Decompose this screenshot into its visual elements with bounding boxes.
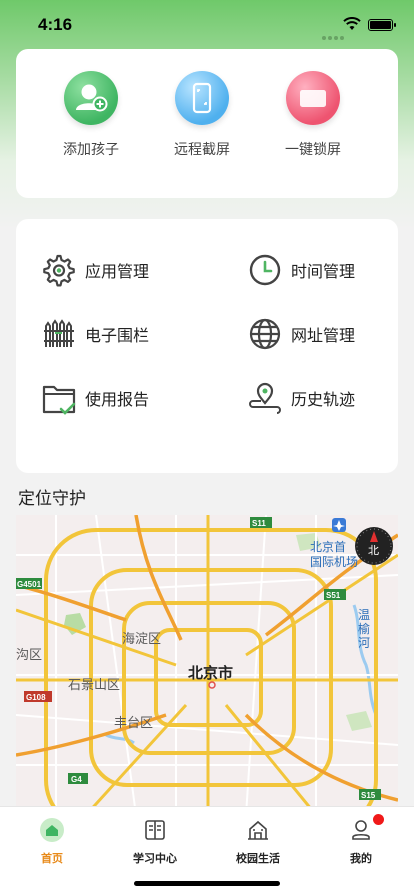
- feature-label: 使用报告: [85, 392, 150, 409]
- feature-label: 网址管理: [291, 328, 356, 345]
- home-indicator: [134, 881, 280, 886]
- svg-text:榆: 榆: [358, 621, 370, 636]
- fence-icon: [44, 319, 74, 347]
- status-bar: 4:16: [0, 0, 414, 50]
- remote-screenshot-button[interactable]: 远程截屏: [152, 71, 252, 159]
- lock-screen-label: 一键锁屏: [285, 141, 341, 157]
- lock-screen-icon: [286, 71, 340, 125]
- add-child-label: 添加孩子: [63, 141, 119, 157]
- school-icon: [245, 817, 271, 843]
- map-label-city: 北京市: [188, 664, 233, 682]
- compass-icon[interactable]: 北: [355, 527, 393, 565]
- notification-badge: [373, 814, 384, 825]
- tab-home[interactable]: 首页: [7, 817, 97, 866]
- location-pin-icon: [249, 382, 281, 414]
- feature-app-management[interactable]: 应用管理: [42, 252, 149, 288]
- location-map[interactable]: S11 S51 S15 G4 G108 G4501 海淀区 石景山区 丰台区 沟…: [16, 515, 398, 815]
- map-label-shijingshan: 石景山区: [68, 677, 120, 692]
- wifi-icon: [343, 17, 361, 30]
- add-child-icon: [64, 71, 118, 125]
- tab-label: 学习中心: [133, 853, 177, 865]
- gear-icon: [43, 254, 75, 287]
- features-card: 应用管理 时间管理 电子围栏 网址管理 使用报告 历史轨迹: [16, 219, 398, 473]
- tab-label: 我的: [350, 853, 372, 865]
- feature-url-management[interactable]: 网址管理: [248, 316, 355, 352]
- section-title: 定位守护: [18, 489, 86, 508]
- map-shield: S15: [361, 791, 376, 800]
- home-icon: [39, 817, 65, 843]
- map-shield: S11: [252, 519, 266, 528]
- feature-label: 时间管理: [291, 264, 356, 281]
- tab-label: 校园生活: [236, 853, 280, 865]
- globe-icon: [249, 318, 281, 350]
- feature-electronic-fence[interactable]: 电子围栏: [42, 316, 149, 352]
- map-shield: S51: [326, 591, 341, 600]
- svg-text:河: 河: [358, 636, 370, 650]
- report-folder-icon: [42, 385, 76, 415]
- feature-label: 应用管理: [85, 264, 150, 281]
- remote-screenshot-icon: [175, 71, 229, 125]
- tab-mine[interactable]: 我的: [316, 814, 406, 866]
- quick-actions-card: 添加孩子 远程截屏 一键锁屏: [16, 49, 398, 198]
- tab-campus-life[interactable]: 校园生活: [213, 817, 303, 866]
- lock-screen-button[interactable]: 一键锁屏: [263, 71, 363, 159]
- tab-learning-center[interactable]: 学习中心: [110, 817, 200, 866]
- feature-history-track[interactable]: 历史轨迹: [248, 380, 355, 416]
- clock-icon: [249, 254, 281, 286]
- feature-time-management[interactable]: 时间管理: [248, 252, 355, 288]
- feature-label: 历史轨迹: [291, 392, 356, 409]
- map-shield: G4: [71, 775, 82, 784]
- map-label-haidian: 海淀区: [122, 631, 161, 646]
- map-label-airport: 国际机场: [310, 555, 358, 569]
- map-label-airport: 北京首: [310, 540, 346, 554]
- map-canvas: S11 S51 S15 G4 G108 G4501 海淀区 石景山区 丰台区 沟…: [16, 515, 398, 815]
- remote-screenshot-label: 远程截屏: [174, 141, 230, 157]
- book-icon: [142, 817, 168, 843]
- compass-label: 北: [368, 544, 379, 557]
- map-label-mentougou: 沟区: [16, 647, 42, 662]
- tab-label: 首页: [41, 853, 63, 865]
- profile-icon: [348, 814, 384, 843]
- battery-icon: [368, 19, 396, 31]
- map-label-fengtai: 丰台区: [114, 715, 153, 730]
- add-child-button[interactable]: 添加孩子: [41, 71, 141, 159]
- svg-text:温: 温: [358, 608, 370, 622]
- map-shield: G4501: [17, 580, 42, 589]
- feature-label: 电子围栏: [85, 328, 150, 345]
- feature-usage-report[interactable]: 使用报告: [42, 380, 149, 416]
- status-time: 4:16: [38, 15, 73, 34]
- map-shield: G108: [26, 693, 46, 702]
